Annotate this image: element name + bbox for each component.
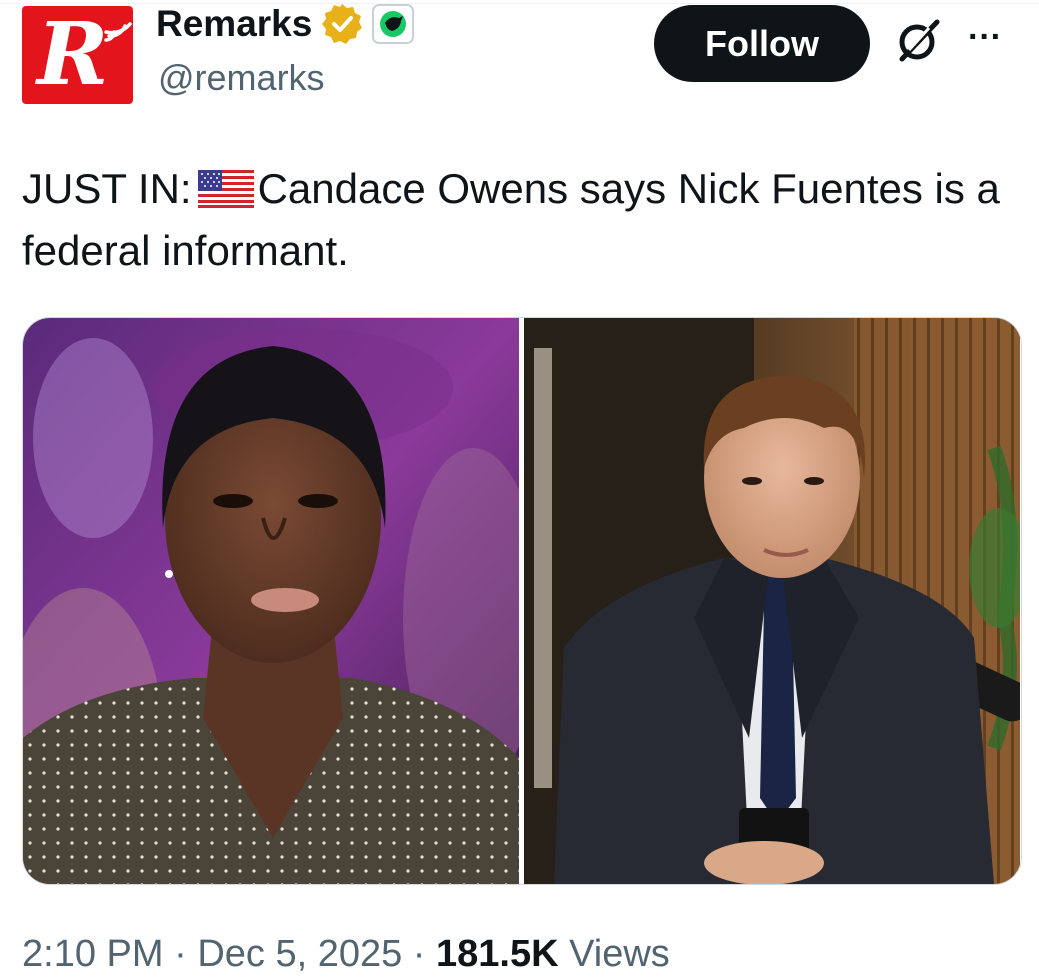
us-flag-emoji xyxy=(197,170,254,208)
gold-verified-badge-icon[interactable] xyxy=(320,2,364,46)
tweet-media[interactable] xyxy=(22,317,1022,885)
tweet-text: JUST IN: Candace Owens says Nick Fuentes… xyxy=(22,158,1012,282)
avatar-letter: R xyxy=(37,6,109,104)
woman-portrait-photo[interactable] xyxy=(23,318,519,884)
account-name-row: Remarks xyxy=(156,2,415,46)
more-options-button[interactable]: ··· xyxy=(968,20,1002,54)
views-count: 181.5K xyxy=(436,933,559,975)
grok-icon[interactable] xyxy=(893,14,945,66)
meta-separator: · xyxy=(412,933,426,975)
tweet-text-prefix: JUST IN: xyxy=(22,165,192,212)
tweet-time[interactable]: 2:10 PM xyxy=(22,933,164,975)
man-in-suit-photo[interactable] xyxy=(524,318,1020,884)
account-avatar[interactable]: R xyxy=(22,6,133,104)
meta-separator: · xyxy=(174,933,187,975)
follow-button[interactable]: Follow xyxy=(654,5,870,82)
account-name[interactable]: Remarks xyxy=(156,2,312,46)
signal-waves-icon xyxy=(104,22,132,42)
tweet-meta: 2:10 PM · Dec 5, 2025 · 181.5K Views xyxy=(22,928,670,980)
account-handle[interactable]: @remarks xyxy=(158,56,325,100)
views-label: Views xyxy=(569,933,670,975)
green-bird-badge-icon[interactable] xyxy=(372,4,415,44)
tweet-date[interactable]: Dec 5, 2025 xyxy=(197,933,402,975)
